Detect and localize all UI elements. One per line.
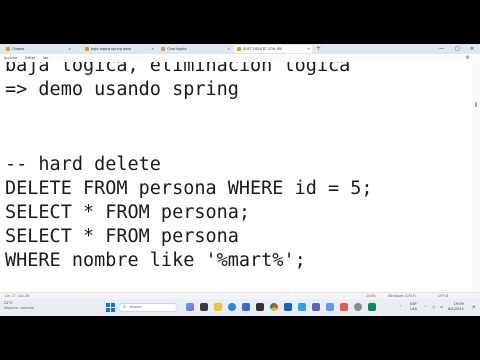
minimize-button[interactable]: — [439, 44, 444, 54]
browser-icon[interactable] [228, 303, 236, 311]
new-tab-button[interactable]: + [316, 45, 321, 53]
app-icon[interactable] [368, 303, 376, 311]
close-icon[interactable]: ✕ [68, 45, 71, 53]
volume-icon[interactable]: ◁ [432, 299, 435, 316]
close-window-button[interactable]: ✕ [470, 44, 474, 54]
scrollbar-thumb[interactable] [475, 102, 477, 107]
vscode-icon[interactable] [298, 303, 306, 311]
battery-icon[interactable]: ▭ [440, 299, 443, 316]
text-editor[interactable]: baja lógica, eliminación lógica => demo … [0, 62, 472, 292]
maximize-button[interactable]: ▢ [455, 44, 460, 54]
copilot-icon[interactable] [186, 303, 194, 311]
gear-icon[interactable]: ⚙ [466, 54, 470, 62]
tab-bar: Ollama ✕ baja logica spring boot ✕ Chat … [0, 44, 480, 54]
wifi-icon[interactable]: ◠ [424, 299, 427, 316]
terminal-icon[interactable] [256, 303, 264, 311]
start-button[interactable] [106, 303, 115, 312]
settings-icon[interactable] [354, 303, 362, 311]
store-icon[interactable] [242, 303, 250, 311]
taskbar: 22°C Mayorm. soleado ⌕ Buscar ⌃ ESP LAA … [0, 299, 480, 316]
task-view-icon[interactable] [200, 303, 208, 311]
search-icon: ⌕ [123, 304, 126, 310]
close-icon[interactable]: ✕ [307, 45, 310, 53]
chrome-icon[interactable] [270, 303, 278, 311]
mail-icon[interactable] [284, 303, 292, 311]
menu-editar[interactable]: Editar [25, 54, 35, 62]
search-input[interactable]: ⌕ Buscar [118, 303, 178, 312]
close-icon[interactable]: ✕ [151, 45, 154, 53]
tab-label: baja logica spring boot [91, 47, 131, 51]
editor-line: -- hard delete [5, 154, 161, 175]
editor-line: baja lógica, eliminación lógica [5, 62, 351, 76]
tab-soft-delete[interactable]: SOFT DELETE CON JPA ✕ [234, 45, 312, 53]
editor-line: WHERE nombre like '%mart%'; [5, 250, 306, 271]
weather-widget[interactable]: 22°C Mayorm. soleado [4, 301, 34, 311]
menu-archivo[interactable]: Archivo [4, 54, 17, 62]
tab-label: Chat logico [167, 47, 187, 51]
weather-desc: Mayorm. soleado [4, 306, 34, 310]
file-explorer-icon[interactable] [214, 303, 222, 311]
tray-chevron-icon[interactable]: ⌃ [399, 299, 402, 316]
search-placeholder: Buscar [130, 305, 142, 309]
notepad-icon [161, 47, 165, 51]
date: 8/4/2024 [448, 307, 464, 311]
editor-line: SELECT * FROM persona; [5, 202, 251, 223]
teams-icon[interactable] [312, 303, 320, 311]
tab-chat-logico[interactable]: Chat logico ✕ [158, 45, 232, 53]
clock[interactable]: 19:09 8/4/2024 [448, 302, 464, 312]
editor-line: => demo usando spring [5, 79, 239, 100]
tab-label: SOFT DELETE CON JPA [243, 47, 282, 51]
vertical-scrollbar[interactable] [472, 62, 480, 292]
tab-baja-logica[interactable]: baja logica spring boot ✕ [82, 45, 156, 53]
menu-ver[interactable]: Ver [43, 54, 49, 62]
editor-line: DELETE FROM persona WHERE id = 5; [5, 178, 373, 199]
tray-layout: LAA [410, 307, 417, 311]
tab-ollama[interactable]: Ollama ✕ [3, 45, 73, 53]
editor-line: SELECT * FROM persona [5, 226, 239, 247]
notepad-icon [85, 47, 89, 51]
notepad-app-icon[interactable] [326, 303, 334, 311]
photos-icon[interactable] [340, 303, 348, 311]
menu-bar: Archivo Editar Ver ⚙ [0, 54, 480, 62]
notification-icon[interactable]: ◔ [472, 299, 475, 316]
app-window: Ollama ✕ baja logica spring boot ✕ Chat … [0, 44, 480, 316]
close-icon[interactable]: ✕ [227, 45, 230, 53]
notepad-icon [6, 47, 10, 51]
notepad-icon [237, 47, 241, 51]
tab-label: Ollama [12, 47, 25, 51]
